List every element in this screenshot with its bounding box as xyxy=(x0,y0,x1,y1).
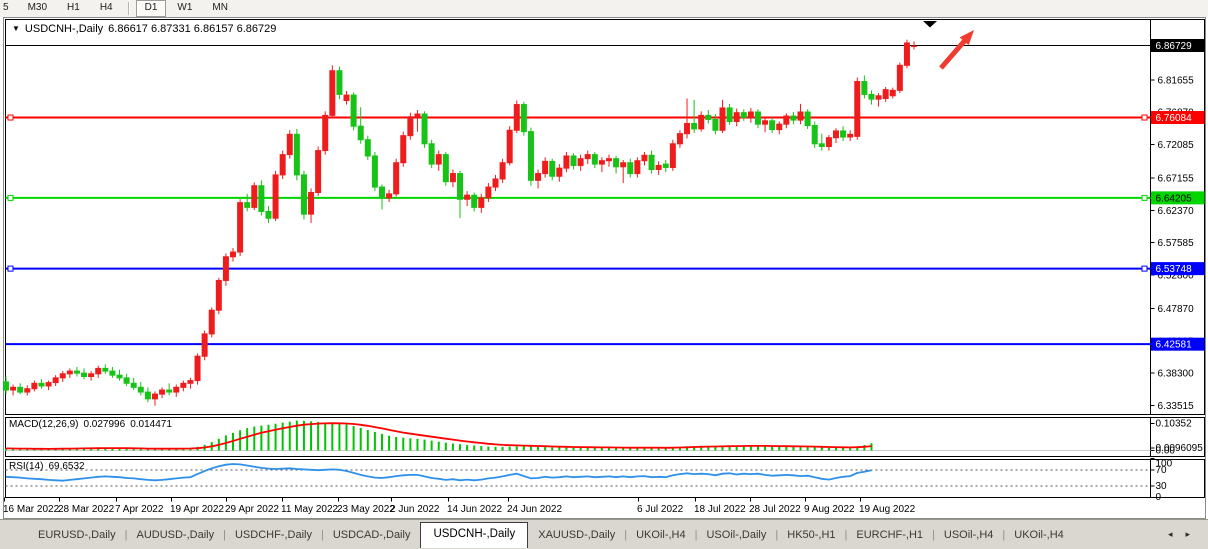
timeframe-button-d1[interactable]: D1 xyxy=(136,0,167,17)
chart-tab-usoil-daily[interactable]: USOil-,Daily xyxy=(698,527,774,543)
svg-text:6.81655: 6.81655 xyxy=(1158,75,1195,86)
chart-tab-hk50-h1[interactable]: HK50-,H1 xyxy=(779,527,843,543)
svg-text:6.62370: 6.62370 xyxy=(1158,206,1195,217)
svg-text:18 Jul 2022: 18 Jul 2022 xyxy=(694,504,746,515)
timeframe-button-h4[interactable]: H4 xyxy=(91,0,122,17)
svg-text:6.76084: 6.76084 xyxy=(1156,113,1193,124)
svg-text:14 Jun 2022: 14 Jun 2022 xyxy=(447,504,502,515)
svg-text:19 Aug 2022: 19 Aug 2022 xyxy=(859,504,916,515)
svg-text:6.72085: 6.72085 xyxy=(1158,140,1195,151)
svg-text:28 Jul 2022: 28 Jul 2022 xyxy=(749,504,801,515)
svg-text:23 May 2022: 23 May 2022 xyxy=(337,504,395,515)
chart-tab-usdcad-daily[interactable]: USDCAD-,Daily xyxy=(325,527,419,543)
chart-tab-usdchf-daily[interactable]: USDCHF-,Daily xyxy=(227,527,320,543)
time-axis: 16 Mar 202228 Mar 20227 Apr 2022 19 Apr 2… xyxy=(3,498,916,516)
tab-scroll-right-icon[interactable]: ▸ xyxy=(1183,529,1192,540)
svg-text:2 Jun 2022: 2 Jun 2022 xyxy=(390,504,440,515)
chart-tab-usdcnh-daily[interactable]: USDCNH-,Daily xyxy=(420,522,528,548)
timeframe-button-5[interactable]: 5 xyxy=(1,0,17,17)
chart-tab-audusd-daily[interactable]: AUDUSD-,Daily xyxy=(128,527,222,543)
chart-tab-ukoil-h4[interactable]: UKOil-,H4 xyxy=(1006,527,1072,543)
svg-text:70: 70 xyxy=(1156,465,1168,476)
svg-text:6.42581: 6.42581 xyxy=(1156,340,1193,351)
svg-text:6.67155: 6.67155 xyxy=(1158,173,1195,184)
svg-text:24 Jun 2022: 24 Jun 2022 xyxy=(507,504,562,515)
svg-text:6 Jul 2022: 6 Jul 2022 xyxy=(637,504,684,515)
chart-tab-usoil-h4[interactable]: USOil-,H4 xyxy=(936,527,1002,543)
toolbar-separator xyxy=(128,2,130,15)
svg-text:6.53748: 6.53748 xyxy=(1156,264,1193,275)
chart-tab-eurchf-h1[interactable]: EURCHF-,H1 xyxy=(848,527,931,543)
timeframe-button-mn[interactable]: MN xyxy=(203,0,237,17)
timeframe-button-w1[interactable]: W1 xyxy=(168,0,201,17)
svg-text:0: 0 xyxy=(1156,492,1162,503)
svg-text:30: 30 xyxy=(1156,481,1168,492)
svg-text:6.86729: 6.86729 xyxy=(1156,41,1193,52)
svg-text:6.57585: 6.57585 xyxy=(1158,238,1195,249)
chart-tab-eurusd-daily[interactable]: EURUSD-,Daily xyxy=(30,527,124,543)
svg-text:29 Apr 2022: 29 Apr 2022 xyxy=(225,504,279,515)
svg-text:0.10352: 0.10352 xyxy=(1156,419,1193,430)
timeframe-toolbar: 5M30H1H4 D1W1MN xyxy=(0,0,1208,17)
svg-text:7 Apr 2022: 7 Apr 2022 xyxy=(115,504,164,515)
symbol-tab-bar: EURUSD-,Daily|AUDUSD-,Daily|USDCHF-,Dail… xyxy=(0,519,1208,549)
svg-text:6.38300: 6.38300 xyxy=(1158,369,1195,380)
chart-tab-ukoil-h4[interactable]: UKOil-,H4 xyxy=(628,527,694,543)
svg-text:0.00: 0.00 xyxy=(1156,446,1176,457)
svg-text:6.47870: 6.47870 xyxy=(1158,304,1195,315)
svg-text:6.64205: 6.64205 xyxy=(1156,193,1193,204)
chart-tab-xauusd-daily[interactable]: XAUUSD-,Daily xyxy=(530,527,623,543)
svg-text:19 Apr 2022: 19 Apr 2022 xyxy=(170,504,224,515)
svg-text:9 Aug 2022: 9 Aug 2022 xyxy=(804,504,855,515)
svg-text:11 May 2022: 11 May 2022 xyxy=(281,504,339,515)
chart-canvas[interactable]: 6.816556.768706.720856.671556.623706.575… xyxy=(0,0,1208,548)
svg-text:6.33515: 6.33515 xyxy=(1158,401,1195,412)
svg-text:16 Mar 2022: 16 Mar 2022 xyxy=(3,504,60,515)
svg-text:28 Mar 2022: 28 Mar 2022 xyxy=(58,504,115,515)
tab-scroll-left-icon[interactable]: ◂ xyxy=(1166,529,1175,540)
timeframe-button-h1[interactable]: H1 xyxy=(58,0,89,17)
timeframe-button-m30[interactable]: M30 xyxy=(19,0,56,17)
